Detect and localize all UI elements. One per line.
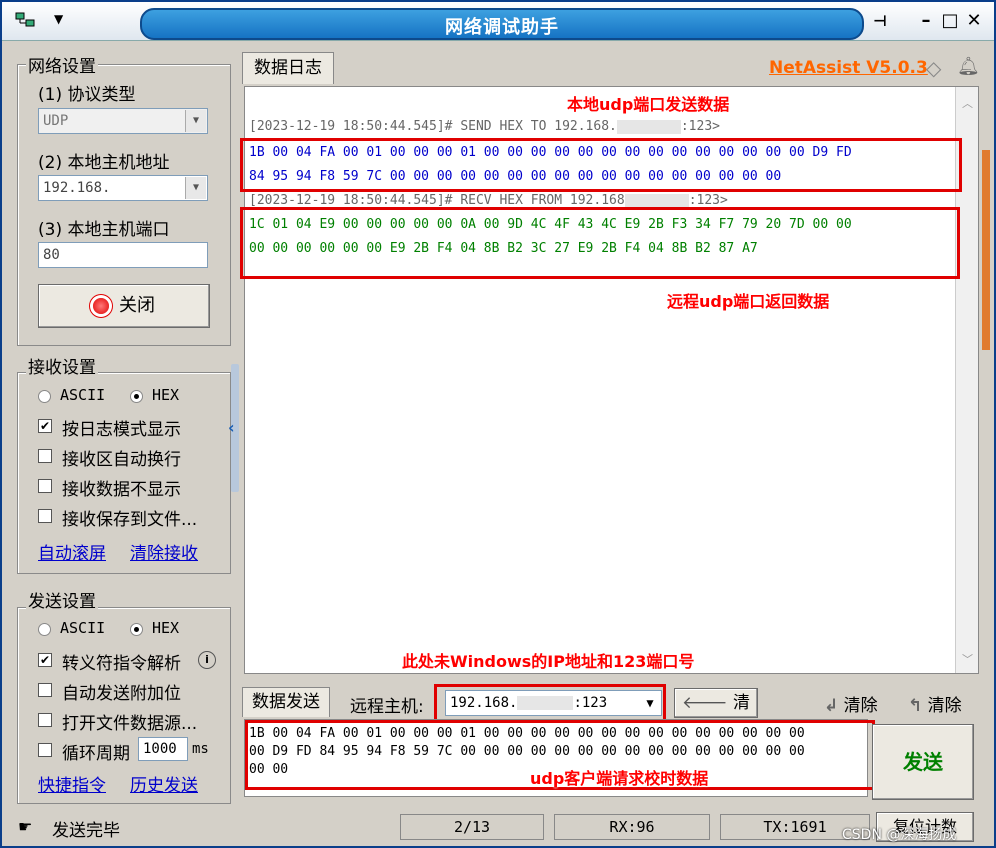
annotation-windows-ip: 此处未Windows的IP地址和123端口号 <box>402 652 695 671</box>
side-accent-bar <box>982 150 990 350</box>
host-value: 192.168. <box>43 180 111 196</box>
title-bar[interactable]: ▼ 网络调试助手 ⊣ – □ ✕ <box>2 2 994 41</box>
file-source-label: 打开文件数据源... <box>62 714 198 734</box>
escape-parse-label: 转义符指令解析 <box>62 654 181 674</box>
info-icon[interactable]: i <box>198 651 216 669</box>
period-input[interactable]: 1000 <box>138 737 188 761</box>
recv-log-mode-label: 按日志模式显示 <box>62 420 181 440</box>
host-label: (2) 本地主机地址 <box>38 153 170 173</box>
escape-parse-checkbox[interactable]: ✔ <box>38 653 52 667</box>
recv-ascii-radio[interactable] <box>38 390 51 403</box>
tab-data-log[interactable]: 数据日志 <box>242 52 334 84</box>
bell-icon[interactable]: 🔔︎ <box>957 56 980 77</box>
recv-auto-wrap-label: 接收区自动换行 <box>62 450 181 470</box>
maximize-button[interactable]: □ <box>938 9 962 33</box>
pin-icon[interactable]: ⊣ <box>868 9 892 33</box>
recv-hex-radio[interactable] <box>130 390 143 403</box>
status-rx: RX:96 <box>554 814 710 840</box>
collapse-left-icon[interactable]: ‹ <box>228 418 235 437</box>
port-input[interactable]: 80 <box>38 242 208 268</box>
arrow-left-icon: 🡐 <box>682 693 728 713</box>
remote-host-highlight-box <box>434 684 666 724</box>
period-unit: ms <box>192 741 209 757</box>
shortcut-link[interactable]: 快捷指令 <box>38 771 106 796</box>
recv-highlight-box <box>240 207 960 279</box>
title-pill: 网络调试助手 <box>140 8 864 40</box>
recv-log-header: [2023-12-19 18:50:44.545]# RECV HEX FROM… <box>249 193 728 208</box>
status-counter: 2/13 <box>400 814 544 840</box>
status-message: 发送完毕 <box>52 821 120 841</box>
clear-receive-link[interactable]: 清除接收 <box>130 539 198 564</box>
receive-settings-legend: 接收设置 <box>26 353 98 378</box>
clear-history-button[interactable]: ↲ 清除 <box>824 691 878 716</box>
send-button[interactable]: 发送 <box>872 724 974 800</box>
auto-append-checkbox[interactable] <box>38 683 52 697</box>
chevron-down-icon[interactable]: ▼ <box>185 110 206 132</box>
history-link[interactable]: 历史发送 <box>130 771 198 796</box>
clear-history-label: 清除 <box>843 696 878 716</box>
system-menu-arrow-icon[interactable]: ▼ <box>54 12 63 26</box>
recv-log-mode-checkbox[interactable]: ✔ <box>38 419 52 433</box>
send-hex-label: HEX <box>152 619 180 637</box>
scroll-down-icon[interactable]: ﹀ <box>956 651 978 667</box>
scroll-up-icon[interactable]: ︿ <box>956 95 978 111</box>
brand-link[interactable]: NetAssist V5.0.3 <box>769 58 928 78</box>
remote-host-label: 远程主机: <box>350 697 424 717</box>
minimize-button[interactable]: – <box>914 9 938 33</box>
auto-scroll-link[interactable]: 自动滚屏 <box>38 539 106 564</box>
auto-append-label: 自动发送附加位 <box>62 684 181 704</box>
send-hex-radio[interactable] <box>130 623 143 636</box>
recv-save-file-checkbox[interactable] <box>38 509 52 523</box>
recv-hide-checkbox[interactable] <box>38 479 52 493</box>
protocol-value: UDP <box>43 113 69 129</box>
tab-data-send[interactable]: 数据发送 <box>242 687 330 717</box>
close-connection-button[interactable]: 关闭 <box>38 284 210 328</box>
protocol-label: (1) 协议类型 <box>38 85 136 105</box>
send-log-header: [2023-12-19 18:50:44.545]# SEND HEX TO 1… <box>249 119 720 134</box>
annotation-client-request: udp客户端请求校时数据 <box>530 769 709 788</box>
window-title: 网络调试助手 <box>445 17 559 38</box>
recv-hide-label: 接收数据不显示 <box>62 480 181 500</box>
diamond-icon[interactable]: ◇ <box>926 56 941 80</box>
close-button[interactable]: ✕ <box>962 9 986 33</box>
return-arrow-icon: ↲ <box>824 696 839 716</box>
annotation-local-send: 本地udp端口发送数据 <box>567 95 730 114</box>
file-source-checkbox[interactable] <box>38 713 52 727</box>
recv-save-file-label: 接收保存到文件... <box>62 510 198 530</box>
up-arrow-icon: ↰ <box>908 696 923 716</box>
chevron-down-icon[interactable]: ▼ <box>185 177 206 199</box>
loop-period-label: 循环周期 <box>62 744 130 764</box>
host-select[interactable]: 192.168. ▼ <box>38 175 208 201</box>
clear-up-label: 清除 <box>927 696 962 716</box>
send-highlight-box <box>240 138 962 192</box>
port-label: (3) 本地主机端口 <box>38 220 170 240</box>
recv-hex-label: HEX <box>152 386 180 404</box>
red-light-icon <box>93 298 109 314</box>
recv-auto-wrap-checkbox[interactable] <box>38 449 52 463</box>
annotation-remote-return: 远程udp端口返回数据 <box>667 292 830 311</box>
send-ascii-label: ASCII <box>60 619 106 637</box>
clear-send-button[interactable]: 🡐 清除 <box>674 688 758 741</box>
watermark: CSDN @深海扬成 <box>842 827 957 843</box>
network-app-icon[interactable] <box>14 11 36 29</box>
clear-up-button[interactable]: ↰ 清除 <box>908 691 962 716</box>
network-settings-legend: 网络设置 <box>26 52 98 77</box>
protocol-select[interactable]: UDP ▼ <box>38 108 208 134</box>
close-connection-label: 关闭 <box>119 295 155 316</box>
hand-icon: ☛ <box>18 817 33 836</box>
app-window: ▼ 网络调试助手 ⊣ – □ ✕ 网络设置 (1) 协议类型 UDP ▼ (2)… <box>0 0 996 848</box>
send-settings-legend: 发送设置 <box>26 587 98 612</box>
recv-ascii-label: ASCII <box>60 386 106 404</box>
loop-period-checkbox[interactable] <box>38 743 52 757</box>
send-ascii-radio[interactable] <box>38 623 51 636</box>
